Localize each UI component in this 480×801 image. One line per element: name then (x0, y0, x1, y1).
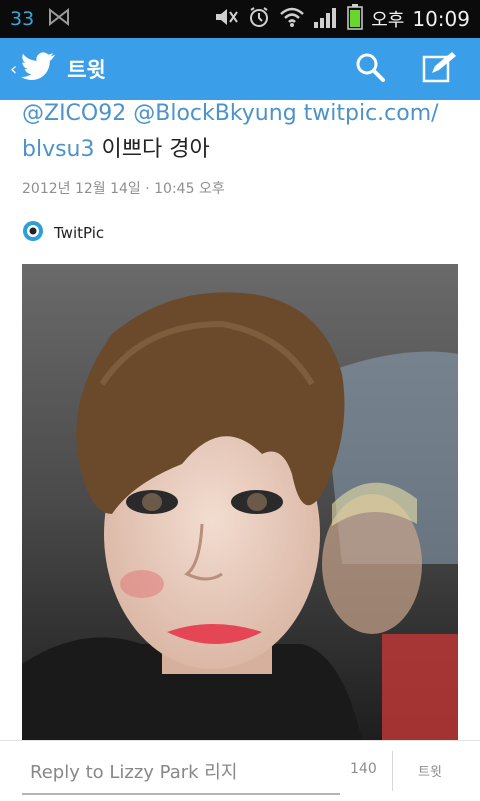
reply-placeholder: Reply to Lizzy Park 리지 (30, 762, 238, 783)
reply-input[interactable]: Reply to Lizzy Park 리지 (22, 749, 340, 795)
clock-ampm: 오후 (371, 10, 405, 31)
tweet-message: 이쁘다 경아 (101, 137, 210, 162)
divider (392, 751, 393, 791)
mention-link[interactable]: @BlockBkyung (133, 101, 296, 126)
battery-icon (347, 4, 363, 34)
status-left: 33 (0, 7, 70, 30)
action-bar-actions (354, 51, 480, 87)
mute-icon (213, 7, 239, 31)
reply-bar: Reply to Lizzy Park 리지 140 트윗 (0, 740, 480, 801)
status-right: 오후 10:09 (213, 4, 480, 34)
back-button[interactable]: ‹ 트윗 (0, 52, 106, 86)
page-title: 트윗 (67, 58, 106, 82)
tweet-send-button[interactable]: 트윗 (418, 761, 442, 780)
wifi-icon (279, 6, 305, 32)
tweet-text: @ZICO92 @BlockBkyung twitpic.com/blvsu3 … (22, 100, 462, 168)
twitter-bird-icon (21, 52, 57, 86)
signal-icon (313, 6, 339, 32)
twitpic-icon (22, 220, 44, 246)
tweet-timestamp: 2012년 12월 14일 · 10:45 오후 (22, 181, 225, 197)
clock-time: 10:09 (412, 7, 470, 31)
char-count: 140 (350, 761, 377, 777)
action-bar: ‹ 트윗 (0, 38, 480, 100)
chevron-left-icon: ‹ (10, 58, 18, 80)
source-name: TwitPic (54, 224, 105, 242)
compose-icon[interactable] (422, 51, 458, 87)
search-icon[interactable] (354, 51, 386, 87)
notification-count: 33 (10, 8, 35, 30)
status-bar: 33 오후 10:09 (0, 0, 480, 38)
tweet-detail: @ZICO92 @BlockBkyung twitpic.com/blvsu3 … (0, 100, 480, 740)
tweet-photo[interactable] (22, 264, 458, 740)
url-link-part1: twitpic.com/ (303, 101, 439, 126)
bowtie-icon (48, 7, 70, 30)
tweet-source[interactable]: TwitPic (22, 220, 104, 246)
mention-link[interactable]: @ZICO92 (22, 101, 126, 126)
url-link-part2: blvsu3 (22, 137, 95, 162)
alarm-icon (247, 5, 271, 33)
